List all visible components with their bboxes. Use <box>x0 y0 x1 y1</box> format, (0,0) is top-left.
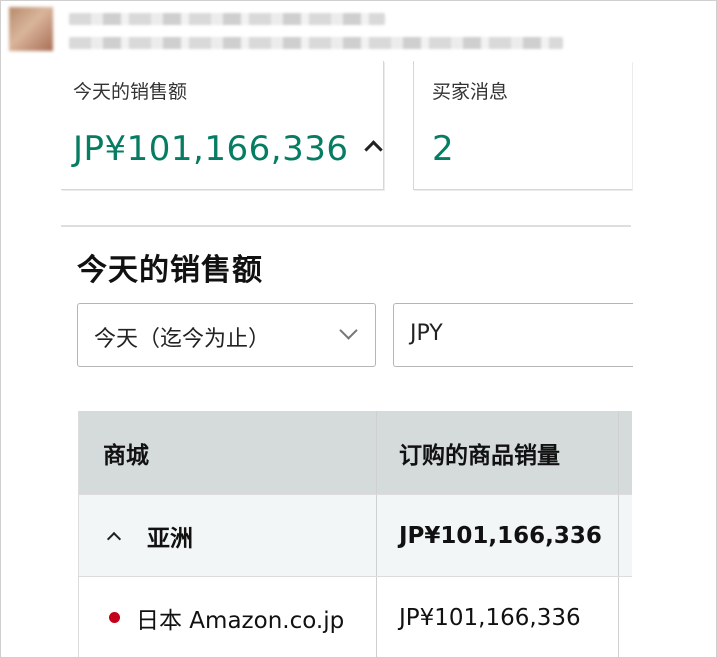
section-divider <box>61 225 631 227</box>
chevron-up-icon[interactable] <box>106 531 122 546</box>
table-overflow-cell <box>619 577 632 657</box>
marketplace-cell: 日本 Amazon.co.jp <box>79 577 377 657</box>
period-select-value: 今天（迄今为止） <box>94 327 271 352</box>
blurred-text-line <box>69 13 385 25</box>
column-header-overflow <box>619 411 632 494</box>
column-header-marketplace[interactable]: 商城 <box>79 411 377 494</box>
marketplace-label: 日本 Amazon.co.jp <box>136 607 345 634</box>
table-row[interactable]: 日本 Amazon.co.jp JP¥101,166,336 <box>79 577 632 657</box>
table-overflow-cell <box>619 495 632 576</box>
group-sales-cell: JP¥101,166,336 <box>377 495 619 576</box>
currency-select-value: JPY <box>410 321 443 346</box>
chevron-up-icon[interactable] <box>364 140 383 159</box>
messages-card-value: 2 <box>432 129 455 169</box>
sales-summary-card[interactable]: 今天的销售额 JP¥101,166,336 <box>61 61 384 190</box>
group-marketplace-cell[interactable]: 亚洲 <box>79 495 377 576</box>
section-title: 今天的销售额 <box>77 253 263 288</box>
sales-card-value: JP¥101,166,336 <box>73 129 349 169</box>
period-select[interactable]: 今天（迄今为止） <box>77 303 376 367</box>
table-header-row: 商城 订购的商品销量 <box>79 411 632 495</box>
buyer-messages-card[interactable]: 买家消息 2 <box>413 61 632 190</box>
table-row-group[interactable]: 亚洲 JP¥101,166,336 <box>79 495 632 577</box>
blurred-header <box>9 7 569 55</box>
sales-cell: JP¥101,166,336 <box>377 577 619 657</box>
avatar <box>9 7 53 51</box>
red-dot-icon <box>109 612 120 623</box>
currency-select[interactable]: JPY <box>393 303 633 367</box>
chevron-down-icon <box>339 321 358 340</box>
group-marketplace-label: 亚洲 <box>147 525 193 552</box>
screenshot-frame: 今天的销售额 JP¥101,166,336 买家消息 2 今天的销售额 今天（迄… <box>0 0 717 658</box>
sales-table: 商城 订购的商品销量 亚洲 JP¥101,166,336 日本 Amazon.c… <box>78 411 632 657</box>
blurred-text-line <box>69 37 563 49</box>
column-header-ordered-sales[interactable]: 订购的商品销量 <box>377 411 619 494</box>
messages-card-label: 买家消息 <box>432 81 509 103</box>
sales-card-label: 今天的销售额 <box>73 81 188 103</box>
